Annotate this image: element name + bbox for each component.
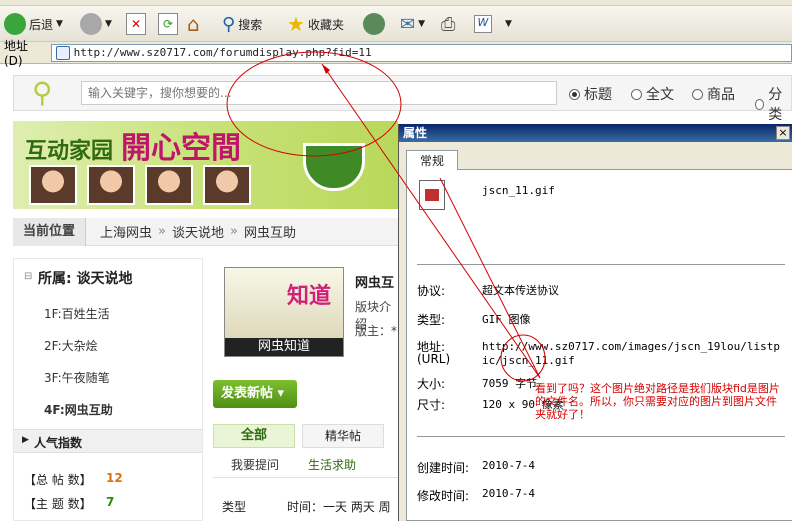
annotation-arrow-line — [439, 177, 541, 379]
annotation-overlay — [226, 51, 546, 382]
annotation-arrow-line — [321, 63, 541, 379]
annotation-arrow-head — [322, 64, 330, 74]
tab-general[interactable]: 常规 — [406, 150, 458, 170]
